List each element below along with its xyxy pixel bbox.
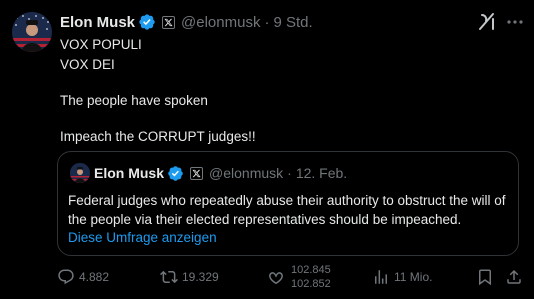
quote-author-name: Elon Musk	[94, 165, 165, 181]
tweet-header: Elon Musk @elonmusk · 9 Std.	[60, 12, 313, 32]
quote-header: Elon Musk @elonmusk · 12. Feb.	[94, 163, 347, 183]
like-count-previous: 102.845	[291, 264, 331, 276]
quoted-tweet[interactable]: Elon Musk @elonmusk · 12. Feb. Federal j…	[57, 151, 519, 256]
verified-badge-icon	[167, 165, 184, 182]
share-button[interactable]	[505, 262, 523, 292]
author-handle[interactable]: @elonmusk	[181, 14, 260, 31]
views-icon	[372, 268, 390, 286]
like-icon	[267, 268, 285, 286]
tweet-line: The people have spoken	[60, 93, 208, 108]
header-separator: ·	[264, 13, 270, 31]
x-affiliate-icon	[190, 166, 204, 180]
repost-button[interactable]: 19.329	[160, 262, 219, 292]
quote-text: Federal judges who repeatedly abuse thei…	[68, 193, 506, 227]
reply-button[interactable]: 4.882	[57, 262, 109, 292]
repost-count: 19.329	[182, 270, 219, 284]
author-avatar[interactable]	[12, 12, 52, 52]
action-bar: 4.882 19.329 102.845 102.852 11 Mio.	[0, 262, 534, 292]
like-button[interactable]: 102.845 102.852	[267, 262, 331, 292]
post-time[interactable]: 9 Std.	[273, 14, 312, 31]
quote-author-avatar[interactable]	[70, 163, 90, 183]
reply-count: 4.882	[79, 270, 110, 284]
quote-post-time: 12. Feb.	[295, 165, 348, 181]
views-button[interactable]: 11 Mio.	[372, 262, 432, 292]
tweet-line: Impeach the CORRUPT judges!!	[60, 129, 256, 144]
like-count: 102.845 102.852	[291, 262, 331, 292]
tweet-line: VOX DEI	[60, 57, 115, 72]
show-poll-link[interactable]: Diese Umfrage anzeigen	[68, 230, 217, 245]
share-icon	[505, 268, 523, 286]
reply-icon	[57, 268, 75, 286]
x-affiliate-icon[interactable]	[162, 15, 176, 29]
bookmark-icon	[476, 268, 494, 286]
quote-header-separator: ·	[287, 165, 292, 181]
more-icon[interactable]	[506, 13, 524, 31]
bookmark-button[interactable]	[476, 262, 494, 292]
tweet-text: VOX POPULI VOX DEI The people have spoke…	[60, 35, 520, 147]
repost-icon	[160, 268, 178, 286]
grok-icon[interactable]	[476, 10, 498, 32]
views-count: 11 Mio.	[394, 270, 433, 284]
tweet-line: VOX POPULI	[60, 37, 142, 52]
quote-author-handle: @elonmusk	[209, 165, 284, 181]
author-name[interactable]: Elon Musk	[60, 14, 135, 31]
like-count-current: 102.852	[291, 278, 331, 290]
verified-badge-icon[interactable]	[138, 13, 156, 31]
